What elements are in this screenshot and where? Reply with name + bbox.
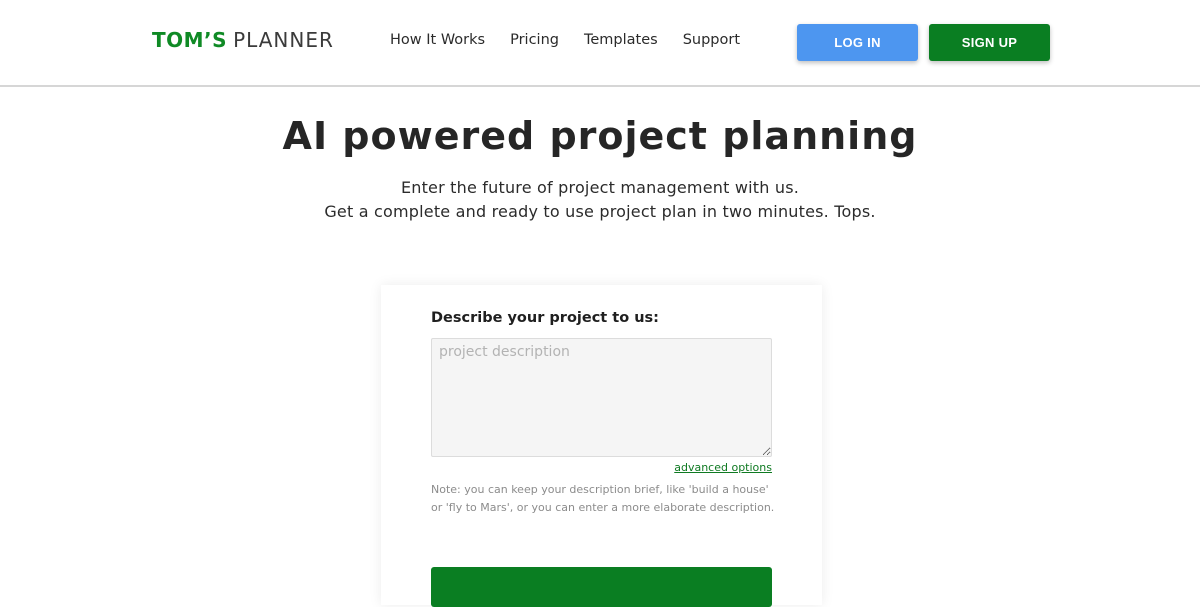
project-form-card: Describe your project to us: advanced op… xyxy=(381,285,822,607)
site-header: TOM’S PLANNER How It Works Pricing Templ… xyxy=(0,0,1200,87)
main-nav: How It Works Pricing Templates Support xyxy=(390,32,765,48)
nav-how-it-works[interactable]: How It Works xyxy=(390,32,485,48)
logo-planner-part: PLANNER xyxy=(233,28,334,52)
advanced-options-link[interactable]: advanced options xyxy=(674,461,772,474)
logo[interactable]: TOM’S PLANNER xyxy=(152,28,334,54)
login-button[interactable]: LOG IN xyxy=(797,24,918,61)
project-description-input[interactable] xyxy=(431,338,772,457)
hero-subtitle-line1: Enter the future of project management w… xyxy=(400,178,800,197)
nav-templates[interactable]: Templates xyxy=(584,32,658,48)
page-title: AI powered project planning xyxy=(282,114,918,158)
logo-brand-part: TOM’S xyxy=(152,28,228,52)
project-description-label: Describe your project to us: xyxy=(431,310,659,326)
nav-pricing[interactable]: Pricing xyxy=(510,32,559,48)
create-plan-button[interactable] xyxy=(431,567,772,607)
description-note: Note: you can keep your description brie… xyxy=(431,483,775,514)
nav-support[interactable]: Support xyxy=(683,32,740,48)
hero-subtitle-line2: Get a complete and ready to use project … xyxy=(324,202,876,221)
signup-button[interactable]: SIGN UP xyxy=(929,24,1050,61)
